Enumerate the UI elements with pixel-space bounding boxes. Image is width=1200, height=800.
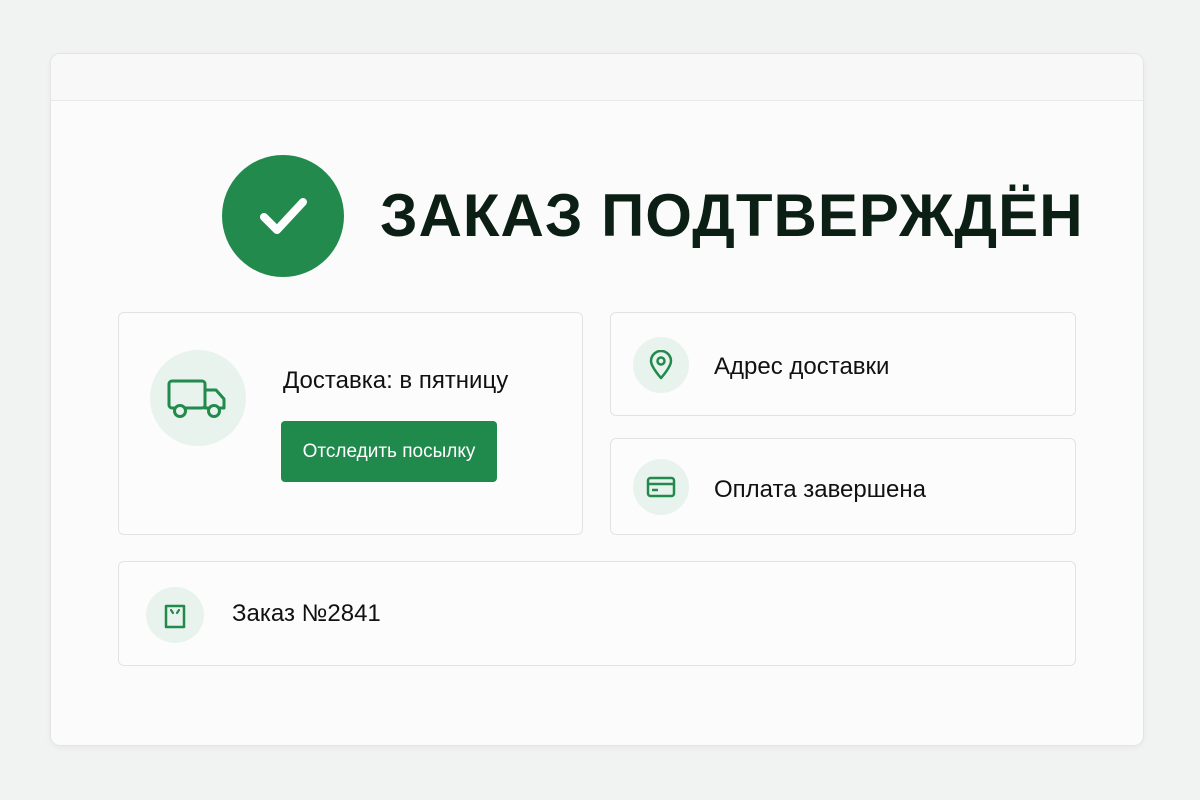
order-card[interactable]: Заказ №2841 <box>118 561 1076 666</box>
credit-card-icon <box>633 459 689 515</box>
payment-card: Оплата завершена <box>610 438 1076 535</box>
address-card[interactable]: Адрес доставки <box>610 312 1076 416</box>
location-pin-icon <box>633 337 689 393</box>
checkmark-icon <box>222 155 344 277</box>
track-package-button[interactable]: Отследить посылку <box>281 421 497 482</box>
payment-status-label: Оплата завершена <box>714 476 926 503</box>
delivery-label: Доставка: в пятницу <box>283 367 509 394</box>
order-number-label: Заказ №2841 <box>232 600 381 627</box>
address-label: Адрес доставки <box>714 353 890 380</box>
delivery-card: Доставка: в пятницу Отследить посылку <box>118 312 583 535</box>
truck-icon <box>150 350 246 446</box>
shopping-bag-icon <box>146 587 204 643</box>
window-titlebar <box>51 54 1143 101</box>
page-title: ЗАКАЗ ПОДТВЕРЖДЁН <box>380 182 1084 249</box>
